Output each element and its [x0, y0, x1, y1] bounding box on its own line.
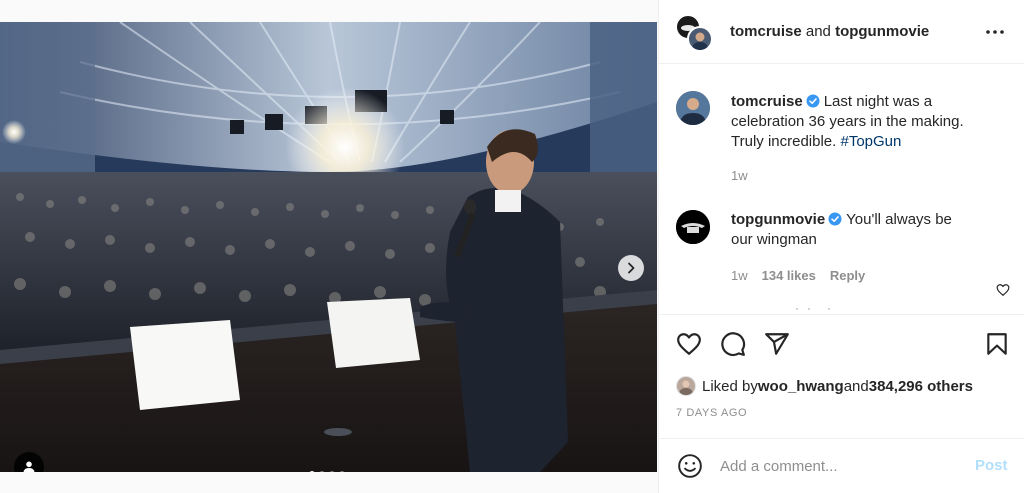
hashtag-link[interactable]: #TopGun	[840, 133, 901, 150]
more-options-button[interactable]	[983, 22, 1007, 42]
paper-plane-icon[interactable]	[764, 331, 790, 357]
post-comment-button[interactable]: Post	[975, 457, 1008, 474]
add-comment-input[interactable]	[720, 453, 960, 479]
liked-by-prefix: Liked by	[702, 377, 758, 395]
comment-text: topgunmovie You'll always be our wingman	[731, 210, 971, 250]
heart-outline-icon[interactable]	[676, 331, 702, 357]
avatar[interactable]	[676, 376, 696, 396]
comment-meta: 1w 134 likes Reply	[731, 268, 865, 283]
author-connector: and	[801, 23, 836, 40]
carousel-dot	[329, 471, 335, 472]
heart-outline-icon[interactable]	[996, 283, 1010, 297]
user-photo-icon	[692, 32, 708, 50]
carousel-dot	[319, 471, 325, 472]
carousel-indicator	[309, 471, 345, 472]
event-stage-photo	[0, 22, 657, 472]
liked-by-others-link[interactable]: 384,296 others	[869, 378, 973, 395]
comment-avatar[interactable]	[676, 210, 710, 244]
verified-badge-icon	[806, 94, 820, 108]
verified-badge-icon	[828, 212, 842, 226]
liked-by-user-link[interactable]: woo_hwang	[758, 378, 844, 395]
add-comment-bar: Post	[659, 438, 1024, 493]
caption-username-link[interactable]: tomcruise	[731, 93, 803, 110]
caption-timestamp[interactable]: 1w	[731, 168, 748, 183]
post-timestamp[interactable]: 7 DAYS AGO	[676, 407, 747, 419]
carousel-dot-active	[309, 471, 315, 472]
comment-bubble-icon[interactable]	[720, 331, 746, 357]
author-username-link[interactable]: tomcruise	[730, 23, 802, 40]
carousel-dot	[339, 471, 345, 472]
liked-by-middle: and	[843, 377, 869, 395]
chevron-right-icon	[628, 262, 635, 274]
collaborator-username-link[interactable]: topgunmovie	[835, 23, 929, 40]
liked-by-line: Liked by woo_hwang and 384,296 others	[676, 375, 973, 397]
topgun-logo-icon	[676, 210, 710, 244]
comment-username-link[interactable]: topgunmovie	[731, 211, 825, 228]
emoji-icon[interactable]	[677, 453, 703, 479]
post-side-panel: tomcruise and topgunmovie tomcruise Last …	[658, 0, 1024, 493]
collab-avatars[interactable]	[675, 14, 715, 52]
reply-button[interactable]: Reply	[830, 268, 865, 283]
caption-avatar[interactable]	[676, 91, 710, 125]
comment-timestamp[interactable]: 1w	[731, 268, 748, 283]
user-photo-icon	[676, 91, 710, 125]
more-comments-loader	[796, 308, 830, 310]
user-photo-icon	[679, 380, 693, 395]
comment-likes-link[interactable]: 134 likes	[762, 268, 816, 283]
next-slide-button[interactable]	[618, 255, 644, 281]
media-area	[0, 0, 658, 493]
post-header: tomcruise and topgunmovie	[659, 0, 1024, 64]
post-photo[interactable]	[0, 22, 657, 472]
avatar	[687, 26, 713, 52]
bookmark-icon[interactable]	[984, 331, 1010, 357]
user-tag-icon	[23, 461, 35, 472]
caption-text: tomcruise Last night was a celebration 36…	[731, 92, 991, 152]
more-horizontal-icon	[986, 30, 1004, 34]
post-author-line: tomcruise and topgunmovie	[730, 23, 929, 40]
comments-list[interactable]: tomcruise Last night was a celebration 36…	[659, 65, 1024, 313]
